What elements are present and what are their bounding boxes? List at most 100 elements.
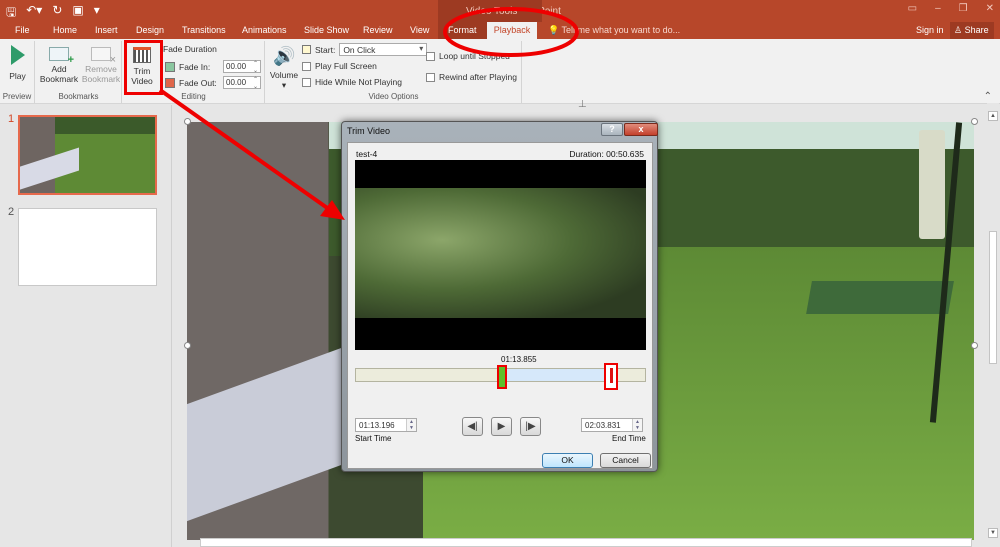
restore-icon[interactable]: ❐: [959, 3, 968, 14]
rewind-after-playing-checkbox[interactable]: [426, 72, 435, 82]
start-time-value: 01:13.196: [359, 421, 395, 430]
start-row: Start: On Click: [302, 43, 428, 56]
volume-button[interactable]: 🔊 Volume ▾: [268, 45, 300, 90]
tab-view[interactable]: View: [410, 25, 429, 35]
loop-until-stopped-checkbox[interactable]: [426, 51, 435, 61]
slide-number: 2: [8, 206, 15, 218]
trim-video-highlight: [124, 40, 163, 95]
dialog-body: test-4 Duration: 00:50.635 01:13.855 01:…: [347, 142, 653, 469]
fade-in-row: Fade In: 00.00: [165, 60, 261, 74]
end-time-value: 02:03.831: [585, 421, 621, 430]
volume-icon: 🔊: [273, 46, 296, 66]
play-full-screen-option[interactable]: Play Full Screen: [302, 61, 377, 71]
fade-out-label: Fade Out:: [179, 77, 217, 88]
play-full-screen-checkbox[interactable]: [302, 61, 311, 71]
sign-in-link[interactable]: Sign in: [916, 25, 944, 35]
fade-duration-label: Fade Duration: [163, 44, 217, 54]
resize-handle[interactable]: [184, 342, 191, 349]
tab-format[interactable]: Format: [438, 22, 487, 39]
group-preview: Play Preview: [0, 41, 35, 103]
add-bookmark-label: Add Bookmark: [39, 64, 79, 84]
end-marker[interactable]: [604, 363, 618, 390]
close-icon[interactable]: ✕: [986, 3, 994, 14]
duration-label: Duration: 00:50.635: [569, 149, 644, 159]
scroll-down-icon[interactable]: ▼: [988, 528, 998, 538]
remove-bookmark-button[interactable]: × Remove Bookmark: [80, 47, 122, 84]
end-time-spinner[interactable]: ▲ ▼: [632, 419, 642, 431]
tab-review[interactable]: Review: [363, 25, 393, 35]
start-dropdown[interactable]: On Click: [339, 43, 428, 56]
tab-playback[interactable]: Playback: [487, 22, 537, 39]
play-preview-button[interactable]: ▶: [491, 417, 512, 436]
rewind-after-playing-label: Rewind after Playing: [439, 72, 517, 82]
fade-out-icon: [165, 77, 175, 88]
tab-animations[interactable]: Animations: [242, 25, 287, 35]
start-time-spinner[interactable]: ▲ ▼: [406, 419, 416, 431]
lightbulb-icon: 💡: [548, 25, 562, 35]
next-frame-button[interactable]: |▶: [520, 417, 541, 436]
rotation-handle[interactable]: ⊥: [578, 99, 587, 110]
play-button[interactable]: Play: [5, 45, 30, 81]
tab-design[interactable]: Design: [136, 25, 164, 35]
dialog-title: Trim Video: [347, 126, 391, 136]
slide-thumbnail-2[interactable]: [18, 208, 157, 286]
bookmarks-group-label: Bookmarks: [58, 92, 99, 101]
previous-frame-icon: ◀|: [467, 421, 478, 432]
hide-while-not-playing-checkbox[interactable]: [302, 77, 311, 87]
vertical-scrollbar[interactable]: ▲ ▼: [987, 103, 999, 543]
help-button[interactable]: ?: [601, 123, 623, 136]
loop-until-stopped-option[interactable]: Loop until Stopped: [426, 51, 510, 61]
volume-label: Volume: [269, 70, 299, 80]
hide-while-not-playing-option[interactable]: Hide While Not Playing: [302, 77, 402, 87]
start-time-input[interactable]: 01:13.196 ▲ ▼: [355, 418, 417, 432]
minimize-icon[interactable]: –: [935, 3, 941, 14]
fade-in-icon: [165, 61, 175, 72]
rewind-after-playing-option[interactable]: Rewind after Playing: [426, 72, 517, 82]
slide-thumbnail-1[interactable]: [18, 115, 157, 195]
next-frame-icon: |▶: [525, 421, 536, 432]
tab-transitions[interactable]: Transitions: [182, 25, 226, 35]
scroll-thumb[interactable]: [989, 231, 997, 364]
close-button[interactable]: x: [624, 123, 658, 136]
tab-home[interactable]: Home: [53, 25, 77, 35]
tab-insert[interactable]: Insert: [95, 25, 118, 35]
remove-bookmark-icon: ×: [91, 47, 116, 66]
start-marker[interactable]: [497, 365, 507, 389]
window-controls: ▭ – ❐ ✕: [908, 3, 994, 14]
ribbon-tabs: File Home Insert Design Transitions Anim…: [0, 22, 1000, 39]
collapse-ribbon-icon[interactable]: ⌃: [984, 91, 992, 102]
add-bookmark-icon: +: [49, 47, 74, 66]
play-icon: ▶: [497, 421, 506, 432]
scroll-up-icon[interactable]: ▲: [988, 111, 998, 121]
notes-pane[interactable]: [200, 538, 972, 547]
previous-frame-button[interactable]: ◀|: [462, 417, 483, 436]
ok-button[interactable]: OK: [542, 453, 593, 468]
tab-slide-show[interactable]: Slide Show: [304, 25, 349, 35]
ribbon-display-icon[interactable]: ▭: [908, 3, 917, 14]
start-label: Start:: [315, 44, 336, 55]
video-options-group-label: Video Options: [368, 92, 419, 101]
play-full-screen-label: Play Full Screen: [315, 61, 377, 71]
start-icon: [302, 45, 311, 54]
volume-dropdown-icon: ▾: [281, 80, 287, 90]
resize-handle[interactable]: [971, 118, 978, 125]
resize-handle[interactable]: [184, 118, 191, 125]
fade-out-spinner[interactable]: 00.00: [223, 76, 261, 90]
group-bookmarks: + Add Bookmark × Remove Bookmark Bookmar…: [36, 41, 122, 103]
video-preview: [355, 160, 646, 350]
add-bookmark-button[interactable]: + Add Bookmark: [38, 47, 80, 84]
tab-file[interactable]: File: [15, 25, 30, 35]
share-label: Share: [964, 25, 989, 35]
slide-thumbnails-pane: 1 2: [0, 105, 172, 547]
fade-in-spinner[interactable]: 00.00: [223, 60, 261, 74]
cancel-button[interactable]: Cancel: [600, 453, 651, 468]
share-button[interactable]: ♙ Share: [950, 22, 994, 39]
end-time-input[interactable]: 02:03.831 ▲ ▼: [581, 418, 643, 432]
trim-video-dialog: Trim Video ? x test-4 Duration: 00:50.63…: [341, 121, 658, 472]
remove-bookmark-label: Remove Bookmark: [81, 64, 121, 84]
tell-me-text: Tell me what you want to do...: [561, 25, 681, 35]
resize-handle[interactable]: [971, 342, 978, 349]
loop-until-stopped-label: Loop until Stopped: [439, 51, 510, 61]
end-time-label: End Time: [612, 434, 646, 443]
tell-me-search[interactable]: 💡 Tell me what you want to do...: [548, 25, 680, 36]
